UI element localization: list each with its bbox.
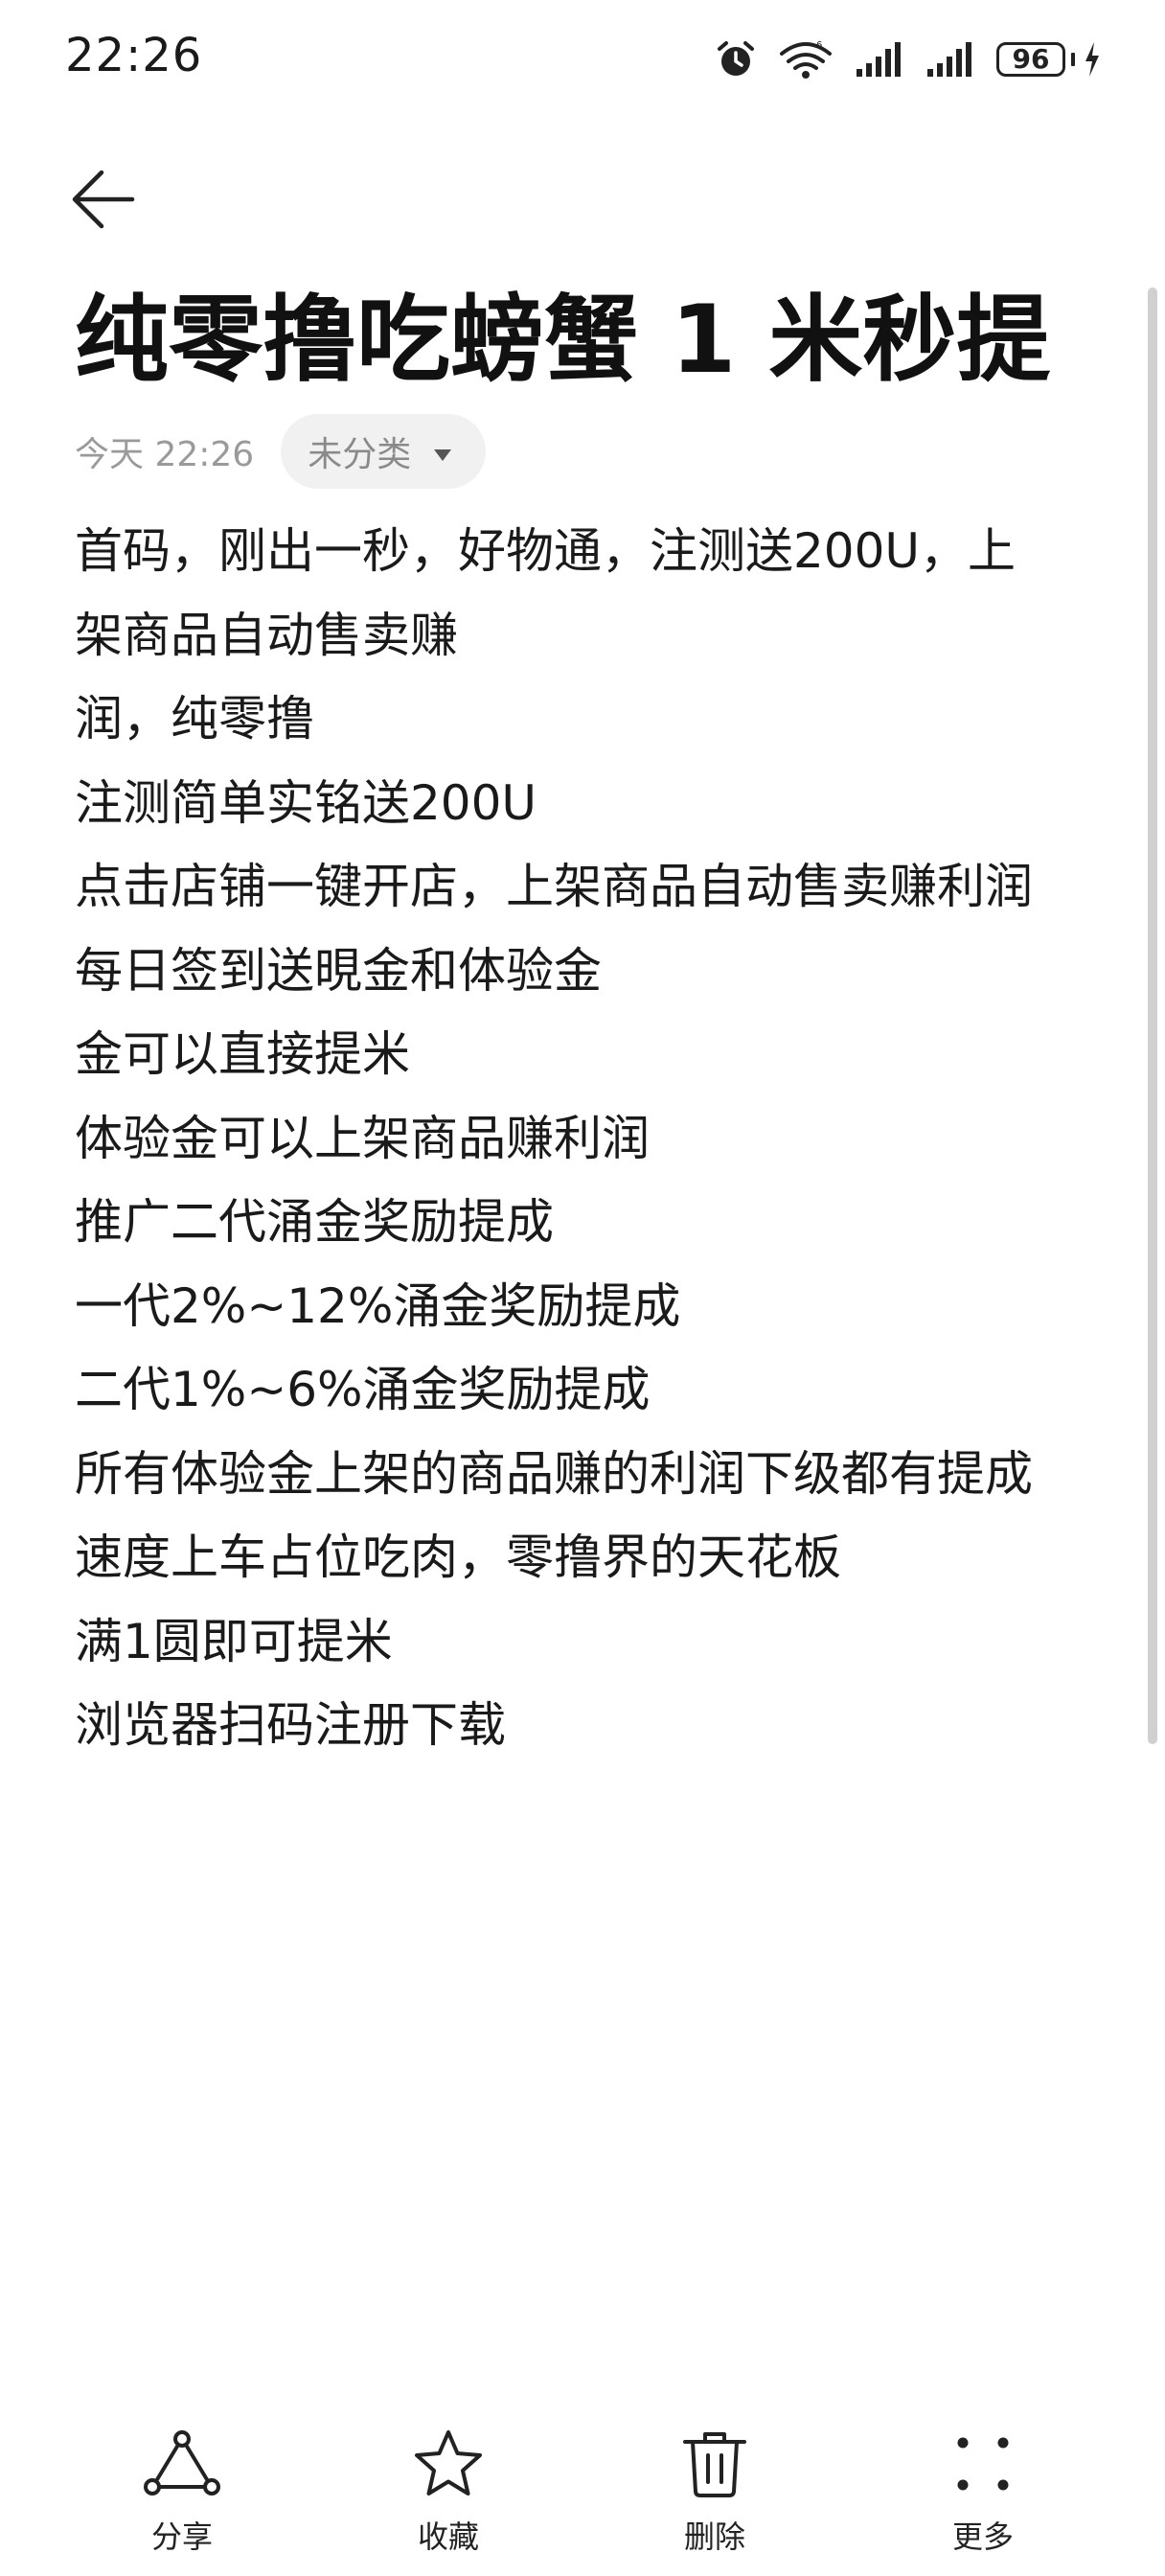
note-title[interactable]: 纯零撸吃螃蟹 1 米秒提: [75, 278, 1109, 402]
note-meta: 今天 22:26 未分类: [75, 414, 487, 489]
share-button[interactable]: 分享: [96, 2425, 268, 2557]
note-line: 推广二代涌金奖励提成: [75, 1194, 554, 1250]
wifi-icon: 6: [778, 38, 834, 80]
alarm-icon: [715, 38, 757, 80]
delete-button[interactable]: 删除: [628, 2425, 801, 2557]
share-icon: [144, 2425, 220, 2503]
note-line: 所有体验金上架的商品赚的利润下级都有提成: [75, 1445, 1033, 1502]
bottom-toolbar: 分享 收藏 删除 更多: [0, 2425, 1165, 2576]
note-date: 今天 22:26: [75, 435, 255, 474]
favorite-label: 收藏: [417, 2518, 479, 2555]
share-label: 分享: [150, 2518, 213, 2555]
note-line: 速度上车占位吃肉，零撸界的天花板: [75, 1530, 841, 1585]
charging-icon: [1083, 40, 1102, 79]
back-button[interactable]: [69, 163, 155, 240]
note-line: 满1圆即可提米: [75, 1613, 393, 1669]
note-line: 点击店铺一键开店，上架商品自动售卖赚利润: [75, 859, 1033, 914]
battery-icon: 96: [996, 42, 1075, 77]
note-line: 每日签到送晛金和体验金: [75, 942, 602, 999]
favorite-button[interactable]: 收藏: [362, 2425, 535, 2557]
delete-label: 删除: [683, 2518, 745, 2555]
more-dots-icon: [954, 2425, 1012, 2503]
trash-icon: [681, 2425, 748, 2503]
note-content[interactable]: 首码，刚出一秒，好物通，注测送200U，上 架商品自动售卖赚 润，纯零撸 注测简…: [75, 510, 1090, 1768]
svg-text:6: 6: [816, 40, 822, 51]
note-line: 浏览器扫码注册下载: [75, 1697, 506, 1753]
battery-level: 96: [996, 42, 1065, 77]
note-line: 润，纯零撸: [75, 691, 314, 747]
status-time: 22:26: [65, 29, 203, 82]
signal-icon-2: [925, 40, 975, 79]
scrollbar[interactable]: [1148, 288, 1157, 1744]
note-line: 一代2%~12%涌金奖励提成: [75, 1277, 681, 1334]
note-line: 体验金可以上架商品赚利润: [75, 1110, 650, 1166]
more-button[interactable]: 更多: [897, 2425, 1069, 2557]
dropdown-triangle-icon: [432, 432, 453, 472]
star-icon: [412, 2425, 485, 2503]
status-icons: 6 96: [715, 36, 1102, 82]
note-line: 首码，刚出一秒，好物通，注测送200U，上: [75, 523, 1017, 579]
status-bar: 22:26 6 96: [0, 0, 1165, 115]
back-arrow-icon: [69, 168, 138, 235]
more-label: 更多: [951, 2518, 1014, 2555]
note-line: 金可以直接提米: [75, 1026, 410, 1082]
note-line: 二代1%~6%涌金奖励提成: [75, 1362, 651, 1417]
signal-icon-1: [855, 40, 904, 79]
category-selector[interactable]: 未分类: [281, 414, 487, 489]
note-line: 架商品自动售卖赚: [75, 607, 458, 663]
category-label: 未分类: [308, 435, 412, 474]
note-line: 注测简单实铭送200U: [75, 774, 537, 831]
